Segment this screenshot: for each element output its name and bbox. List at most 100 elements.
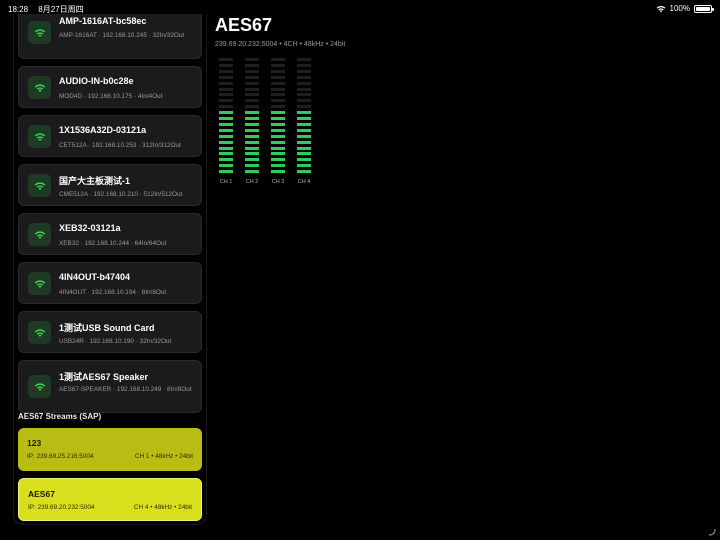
device-sidebar[interactable]: AMP-1616AT-bc58ec AMP-1616AT · 192.168.10… <box>13 14 207 525</box>
meter-segment <box>245 75 259 79</box>
wifi-icon <box>656 5 665 12</box>
meter-segment <box>297 87 311 91</box>
meter-segment <box>245 122 259 126</box>
meter-segment <box>219 87 233 91</box>
meter-segment <box>271 170 285 174</box>
meter-segment <box>271 117 285 120</box>
meter-segment <box>219 69 233 73</box>
meter-segment <box>271 105 285 109</box>
meter-segment <box>271 93 285 97</box>
stream-detail-title: AES67 <box>215 15 273 35</box>
meter-segment <box>297 58 311 61</box>
meter-segment <box>219 111 233 115</box>
meter-segment <box>219 170 233 174</box>
meter-segment <box>271 164 285 168</box>
meter-segment <box>297 164 311 168</box>
status-date: 8月27日周四 <box>38 5 84 14</box>
meter-segment <box>245 81 259 85</box>
device-card[interactable]: 1测试USB Sound Card USB24R · 192.168.10.190… <box>18 311 202 353</box>
stream-ip: IP: 239.69.25.216:5004 <box>27 453 94 460</box>
meter-segment <box>245 134 259 138</box>
device-name: 4IN4OUT-b47404 <box>59 272 131 282</box>
stream-detail-subtitle: 239.69.20.232:5004 • 4CH • 48kHz • 24bit <box>215 41 346 48</box>
device-card[interactable]: 1X1536A32D-03121a CET512A · 192.168.10.25… <box>18 115 202 157</box>
wifi-icon <box>28 272 51 295</box>
device-card[interactable]: 国产大主板测试-1 CME512A · 192.168.10.210 · 512I… <box>18 164 202 206</box>
meter-segment <box>219 99 233 103</box>
channel-label: CH 1 <box>219 179 233 185</box>
battery-percent: 100% <box>669 4 690 13</box>
meter-segment <box>271 122 285 126</box>
stream-card[interactable]: 123 IP: 239.69.25.216:5004 CH 1 • 48kHz … <box>18 428 202 471</box>
device-meta: CET512A · 192.168.10.253 · 312In/312Out <box>59 142 181 149</box>
meter-segment <box>219 122 233 126</box>
stream-info: CH 1 • 48kHz • 24bit <box>134 453 193 460</box>
device-card[interactable]: 1测试AES67 Speaker AES67-SPEAKER · 192.168.… <box>18 360 202 413</box>
meter-segment <box>219 93 233 97</box>
meter-segment <box>271 134 285 138</box>
meter-segment <box>271 152 285 156</box>
device-meta: CME512A · 192.168.10.210 · 512In/512Out <box>59 191 183 198</box>
stream-name: AES67 <box>28 489 55 499</box>
device-list: AMP-1616AT-bc58ec AMP-1616AT · 192.168.10… <box>18 14 202 420</box>
meter-segment <box>219 58 233 61</box>
device-meta: USB24R · 192.168.10.190 · 32In/32Out <box>59 338 172 345</box>
meter-segment <box>245 146 259 150</box>
meter-segment <box>219 75 233 79</box>
meter-segment <box>219 134 233 138</box>
device-card[interactable]: 4IN4OUT-b47404 4IN4OUT · 192.168.10.194 ·… <box>18 262 202 304</box>
meter-segment <box>297 117 311 120</box>
device-name: 1X1536A32D-03121a <box>59 125 147 135</box>
wifi-icon <box>28 21 51 44</box>
meter-segment <box>219 105 233 109</box>
meter-segment <box>297 170 311 174</box>
meter-segment <box>297 158 311 162</box>
wifi-icon <box>28 375 51 398</box>
meter-segment <box>219 164 233 168</box>
meter-segment <box>245 128 259 132</box>
meter-segment <box>271 99 285 103</box>
meter-segment <box>271 75 285 79</box>
meter-segment <box>219 63 233 67</box>
meter-segment <box>271 69 285 73</box>
meter-segment <box>219 146 233 150</box>
device-meta: AES67-SPEAKER · 192.168.10.249 · 8In/8Ou… <box>59 386 192 393</box>
device-card[interactable]: AUDIO-IN-b0c28e MOD4D · 192.168.10.175 · … <box>18 66 202 108</box>
device-meta: MOD4D · 192.168.10.175 · 4In/4Out <box>59 93 163 100</box>
meter-segment <box>271 146 285 150</box>
wifi-icon <box>28 76 51 99</box>
meter-segment <box>219 117 233 120</box>
device-card[interactable]: XEB32-03121a XEB32 · 192.168.10.244 · 64I… <box>18 213 202 255</box>
device-card[interactable]: AMP-1616AT-bc58ec AMP-1616AT · 192.168.10… <box>18 14 202 59</box>
channel-label: CH 4 <box>297 179 311 185</box>
meter-segment <box>245 170 259 174</box>
wifi-icon <box>28 223 51 246</box>
device-meta: AMP-1616AT · 192.168.10.245 · 32In/32Out <box>59 32 185 39</box>
meter-segment <box>271 140 285 144</box>
stream-card-selected[interactable]: AES67 IP: 239.69.20.232:5004 CH 4 • 48kH… <box>18 478 202 521</box>
meter-segment <box>271 87 285 91</box>
meter-segment <box>245 111 259 115</box>
meter-segment <box>245 117 259 120</box>
status-time: 18:28 <box>8 5 29 14</box>
meter-segment <box>271 111 285 115</box>
device-name: XEB32-03121a <box>59 223 121 233</box>
resize-handle-icon[interactable] <box>706 526 716 536</box>
meter-segment <box>245 105 259 109</box>
meter-segment <box>297 93 311 97</box>
meter-segment <box>297 122 311 126</box>
meter-segment <box>297 111 311 115</box>
meter-segment <box>297 69 311 73</box>
meter-segment <box>271 81 285 85</box>
meter-segment <box>271 63 285 67</box>
battery-icon <box>694 4 714 13</box>
device-name: AUDIO-IN-b0c28e <box>59 76 134 86</box>
wifi-icon <box>28 321 51 344</box>
meter-segment <box>297 134 311 138</box>
meter-segment <box>245 99 259 103</box>
meter-segment <box>245 58 259 61</box>
meter-segment <box>245 158 259 162</box>
device-meta: XEB32 · 192.168.10.244 · 64In/64Out <box>59 240 167 247</box>
streams-section-title: AES67 Streams (SAP) <box>18 412 102 421</box>
meter-segment <box>297 99 311 103</box>
